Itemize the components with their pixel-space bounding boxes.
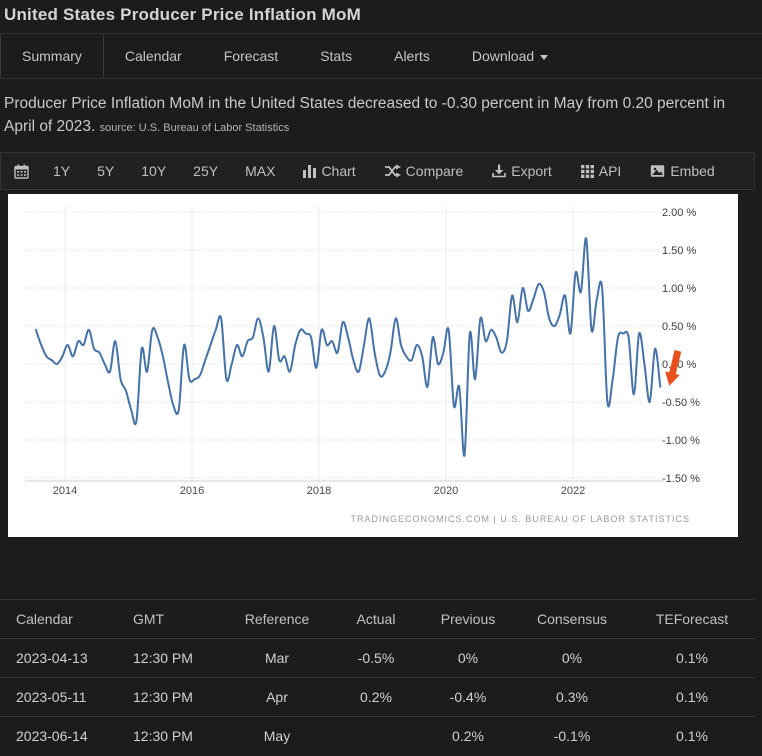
table-row[interactable]: 2023-04-13 12:30 PM Mar -0.5% 0% 0% 0.1% [0,639,755,678]
tab-stats[interactable]: Stats [299,34,373,78]
grid-icon [581,165,594,178]
embed-label: Embed [670,163,714,179]
page: { "page": { "title": "United States Prod… [0,5,762,755]
tab-alerts[interactable]: Alerts [373,34,451,78]
table-header-row: Calendar GMT Reference Actual Previous C… [0,600,755,639]
tab-summary-label: Summary [22,48,82,64]
range-5y-button[interactable]: 5Y [97,163,114,179]
chart-panel[interactable]: 2014 2016 2018 2020 2022 2.00 % 1.50 % 1.00 % 0.… [8,194,738,537]
summary-paragraph: Producer Price Inflation MoM in the Unit… [4,92,758,140]
export-button[interactable]: Export [492,163,551,179]
svg-text:2022: 2022 [561,485,585,497]
cell-actual: 0.2% [331,678,421,717]
col-header-previous[interactable]: Previous [421,600,515,639]
svg-text:2018: 2018 [307,485,331,497]
main-nav: Summary Calendar Forecast Stats Alerts D… [0,33,762,79]
range-1y-button[interactable]: 1Y [53,163,70,179]
export-label: Export [511,163,551,179]
tab-forecast[interactable]: Forecast [203,34,299,78]
cell-previous: -0.4% [421,678,515,717]
compare-button[interactable]: Compare [385,163,464,179]
svg-text:2.00 %: 2.00 % [662,207,696,219]
cell-teforecast: 0.1% [629,639,755,678]
chevron-down-icon [540,55,548,60]
range-max-button[interactable]: MAX [245,163,275,179]
col-header-gmt[interactable]: GMT [118,600,223,639]
range-10y-button[interactable]: 10Y [141,163,166,179]
svg-text:2016: 2016 [180,485,204,497]
summary-source: source: U.S. Bureau of Labor Statistics [100,122,290,134]
range-buttons: 1Y 5Y 10Y 25Y MAX [53,163,275,179]
cell-teforecast: 0.1% [629,678,755,717]
svg-text:1.50 %: 1.50 % [662,245,696,257]
tab-calendar[interactable]: Calendar [104,34,203,78]
svg-text:-0.50 %: -0.50 % [662,397,700,409]
cell-reference: Mar [223,639,331,678]
chart-type-label: Chart [321,163,355,179]
embed-button[interactable]: Embed [650,163,714,179]
line-chart[interactable]: 2014 2016 2018 2020 2022 2.00 % 1.50 % 1.00 % 0.… [8,194,738,537]
calendar-range-button[interactable] [14,164,29,179]
bar-chart-icon [303,164,316,178]
svg-text:1.00 %: 1.00 % [662,283,696,295]
svg-text:0.50 %: 0.50 % [662,321,696,333]
tab-alerts-label: Alerts [394,48,430,64]
col-header-reference[interactable]: Reference [223,600,331,639]
image-icon [650,164,665,178]
col-header-actual[interactable]: Actual [331,600,421,639]
svg-text:-1.50 %: -1.50 % [662,473,700,485]
cell-consensus: 0% [515,639,629,678]
page-title: United States Producer Price Inflation M… [4,5,762,25]
shuffle-icon [385,164,401,178]
download-icon [492,164,506,178]
svg-text:2020: 2020 [434,485,458,497]
col-header-teforecast[interactable]: TEForecast [629,600,755,639]
cell-previous: 0% [421,639,515,678]
cell-date: 2023-05-11 [0,678,118,717]
chart-action-buttons: Chart Compare Export [303,163,714,179]
cell-consensus: 0.3% [515,678,629,717]
tab-stats-label: Stats [320,48,352,64]
chart-watermark: TRADINGECONOMICS.COM | U.S. BUREAU OF LA… [350,514,690,524]
chart-type-button[interactable]: Chart [303,163,355,179]
compare-label: Compare [406,163,464,179]
chart-toolbar: 1Y 5Y 10Y 25Y MAX Chart [0,152,755,190]
col-header-consensus[interactable]: Consensus [515,600,629,639]
calendar-icon [14,164,29,179]
svg-text:0.00 %: 0.00 % [662,359,696,371]
cell-reference: Apr [223,678,331,717]
tab-summary[interactable]: Summary [0,34,104,78]
cell-date: 2023-04-13 [0,639,118,678]
tab-download[interactable]: Download [451,34,569,78]
api-button[interactable]: API [581,163,622,179]
svg-text:2014: 2014 [53,485,77,497]
table-row[interactable]: 2023-05-11 12:30 PM Apr 0.2% -0.4% 0.3% … [0,678,755,717]
cell-actual: -0.5% [331,639,421,678]
col-header-calendar[interactable]: Calendar [0,600,118,639]
range-25y-button[interactable]: 25Y [193,163,218,179]
tab-download-label: Download [472,48,534,64]
tab-calendar-label: Calendar [125,48,182,64]
api-label: API [599,163,622,179]
cell-gmt: 12:30 PM [118,678,223,717]
cell-gmt: 12:30 PM [118,639,223,678]
tab-forecast-label: Forecast [224,48,278,64]
svg-text:-1.00 %: -1.00 % [662,435,700,447]
calendar-table: Calendar GMT Reference Actual Previous C… [0,599,755,756]
